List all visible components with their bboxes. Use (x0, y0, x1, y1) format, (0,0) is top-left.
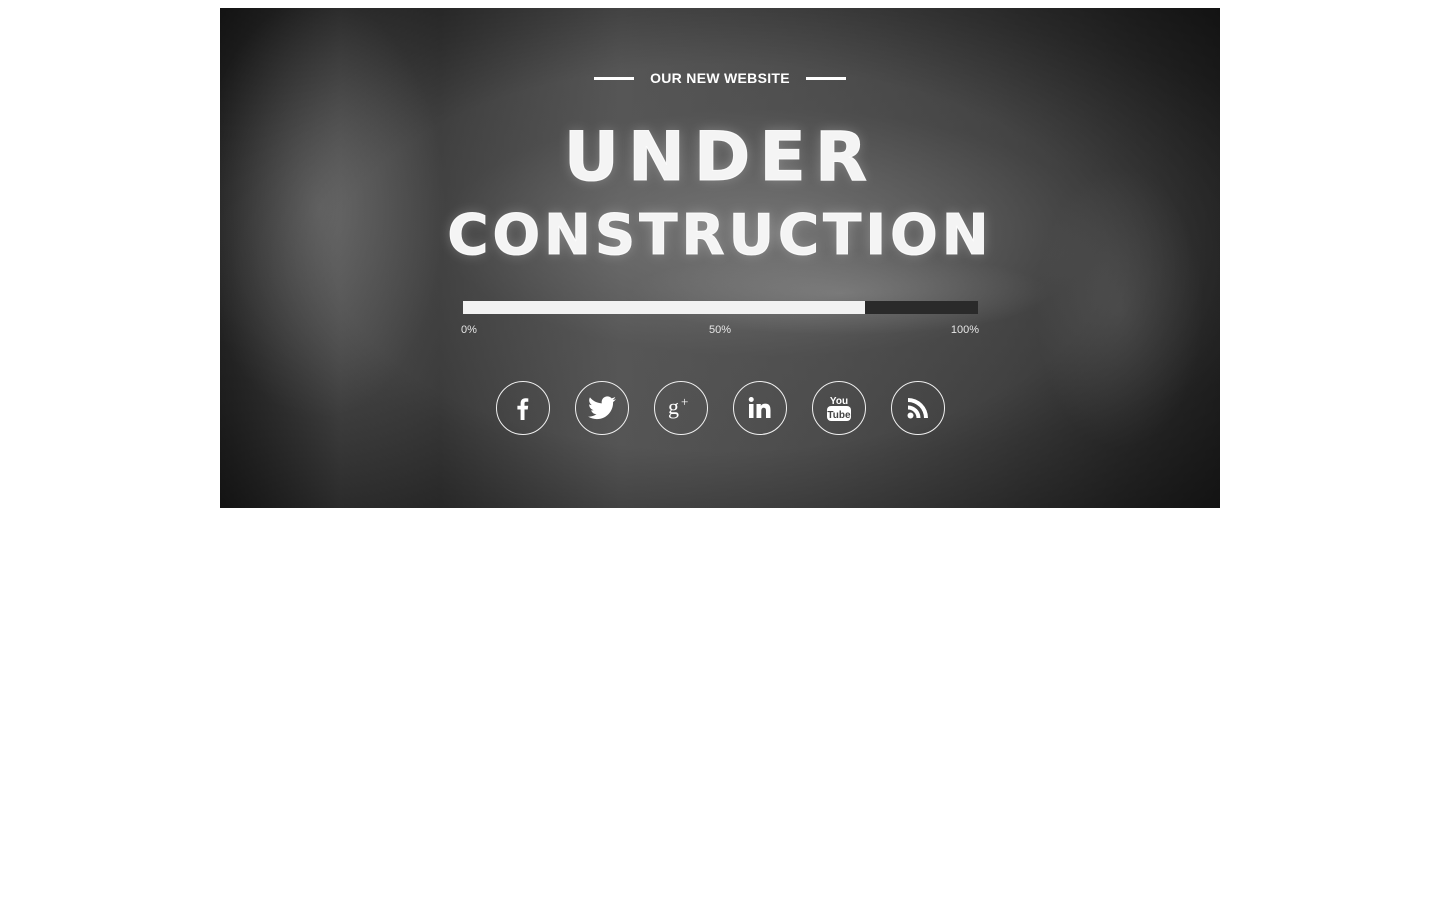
tagline: OUR NEW WEBSITE (220, 70, 1220, 86)
youtube-icon: You Tube (826, 396, 851, 421)
linkedin-icon (748, 397, 770, 418)
svg-text:g: g (668, 395, 679, 419)
social-links: g + You Tube (220, 381, 1220, 435)
svg-text:+: + (681, 395, 688, 409)
hero-section: OUR NEW WEBSITE UNDER CONSTRUCTION 0% 50… (220, 8, 1220, 508)
youtube-button[interactable]: You Tube (811, 381, 866, 435)
facebook-button[interactable] (495, 381, 550, 435)
linkedin-button[interactable] (732, 381, 787, 435)
twitter-icon (587, 396, 616, 420)
title-line-2: CONSTRUCTION (447, 203, 993, 269)
rss-button[interactable] (890, 381, 945, 435)
progress-bar-fill (463, 301, 865, 314)
tagline-text: OUR NEW WEBSITE (650, 70, 790, 86)
tagline-right-dash (805, 76, 846, 80)
progress-label-mid: 50% (708, 324, 732, 336)
rss-icon (907, 398, 928, 419)
svg-text:Tube: Tube (827, 410, 851, 421)
title-line-1: UNDER (563, 118, 877, 198)
progress-bar (463, 301, 978, 314)
progress-labels: 0% 50% 100% (461, 324, 979, 338)
svg-text:You: You (829, 396, 847, 407)
google-plus-icon: g + (668, 395, 688, 419)
tagline-left-dash (594, 76, 635, 80)
facebook-icon (516, 398, 528, 420)
google-plus-button[interactable]: g + (653, 381, 708, 435)
twitter-button[interactable] (574, 381, 629, 435)
progress-label-min: 0% (461, 324, 477, 336)
progress-label-max: 100% (950, 324, 979, 336)
